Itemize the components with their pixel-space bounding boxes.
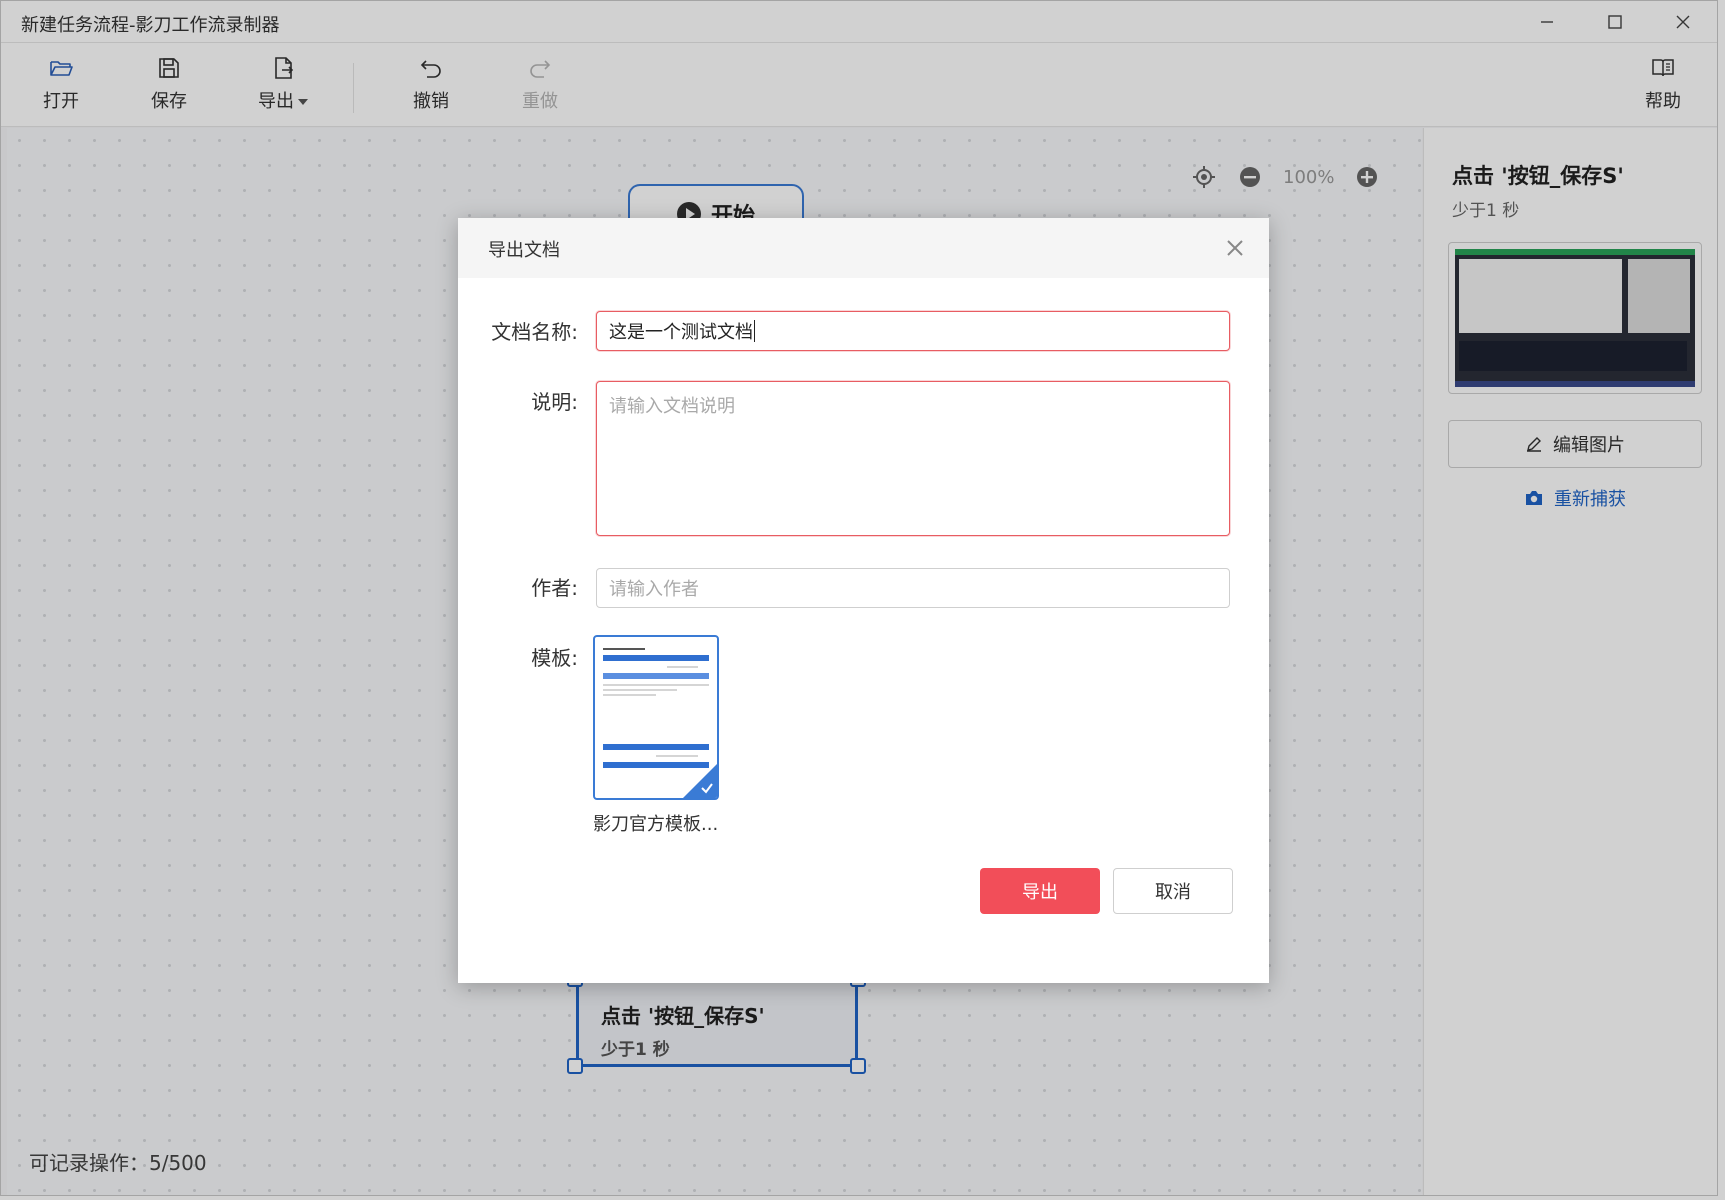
cancel-button[interactable]: 取消 [1113, 868, 1233, 914]
description-label: 说明: [531, 390, 578, 414]
description-placeholder: 请输入文档说明 [609, 396, 735, 417]
template-preview [603, 648, 709, 768]
export-document-dialog: 导出文档 文档名称: 这是一个测试文档 说明: 请输入文档说明 作者: 请输入作… [458, 218, 1269, 983]
export-confirm-button[interactable]: 导出 [980, 868, 1100, 914]
author-label: 作者: [531, 576, 578, 600]
text-cursor [754, 320, 755, 342]
check-icon [701, 783, 713, 794]
description-textarea[interactable]: 请输入文档说明 [596, 381, 1230, 536]
dialog-close-button[interactable] [1223, 236, 1247, 260]
author-input[interactable]: 请输入作者 [596, 568, 1230, 608]
doc-name-input[interactable]: 这是一个测试文档 [596, 311, 1230, 351]
template-label: 模板: [531, 646, 578, 670]
dialog-title: 导出文档 [488, 240, 560, 261]
template-card-selected[interactable] [593, 635, 719, 800]
doc-name-value: 这是一个测试文档 [609, 322, 753, 343]
author-placeholder: 请输入作者 [609, 579, 699, 600]
close-icon [1227, 240, 1243, 256]
doc-name-label: 文档名称: [491, 320, 578, 344]
dialog-header: 导出文档 [458, 218, 1269, 278]
template-name: 影刀官方模板... [593, 814, 719, 835]
